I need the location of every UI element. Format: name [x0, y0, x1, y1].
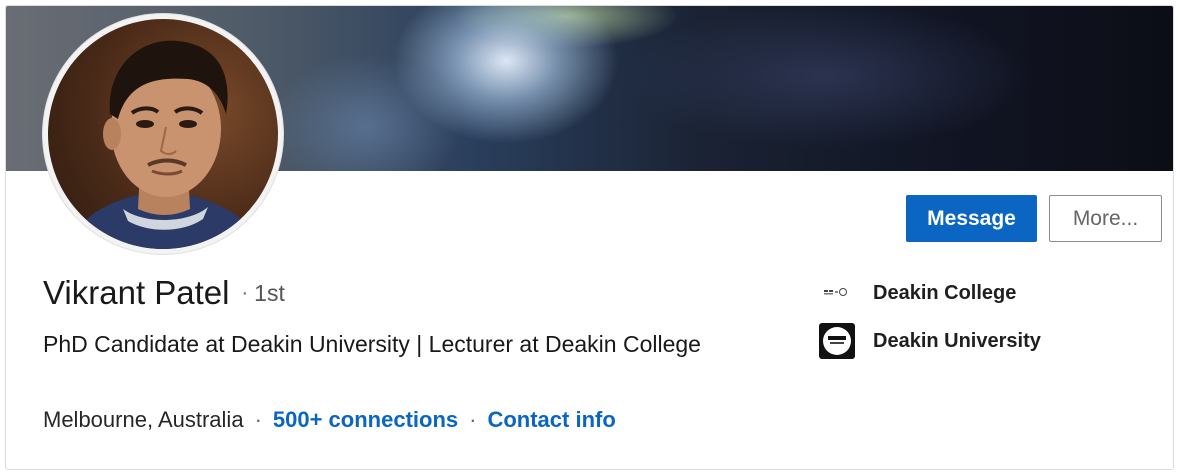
connection-degree-badge: 1st: [254, 280, 285, 306]
profile-headline: PhD Candidate at Deakin University | Lec…: [43, 331, 701, 357]
more-button[interactable]: More...: [1049, 195, 1162, 242]
meta-separator: ·: [254, 407, 262, 432]
profile-meta-row: Melbourne, Australia · 500+ connections · Co…: [43, 405, 616, 435]
profile-location: Melbourne, Australia: [43, 407, 244, 432]
name-row: Vikrant Patel · 1st: [43, 274, 285, 312]
org-name: Deakin University: [873, 329, 1041, 352]
org-item-deakin-college[interactable]: Deakin College: [819, 275, 1016, 311]
degree-separator: ·: [241, 282, 249, 304]
profile-name: Vikrant Patel: [43, 274, 230, 311]
deakin-college-logo-icon: [819, 275, 855, 311]
meta-separator: ·: [469, 407, 477, 432]
avatar-portrait-icon: [68, 40, 263, 249]
avatar-photo: [48, 19, 278, 249]
connections-link[interactable]: 500+ connections: [273, 407, 458, 432]
profile-avatar[interactable]: [43, 14, 283, 254]
org-item-deakin-university[interactable]: Deakin University: [819, 323, 1041, 359]
org-name: Deakin College: [873, 281, 1017, 304]
profile-card: Message More... Vikrant Patel · 1st PhD Ca…: [5, 5, 1174, 470]
message-button[interactable]: Message: [906, 195, 1037, 242]
deakin-university-logo-icon: [819, 323, 855, 359]
contact-info-link[interactable]: Contact info: [487, 407, 615, 432]
